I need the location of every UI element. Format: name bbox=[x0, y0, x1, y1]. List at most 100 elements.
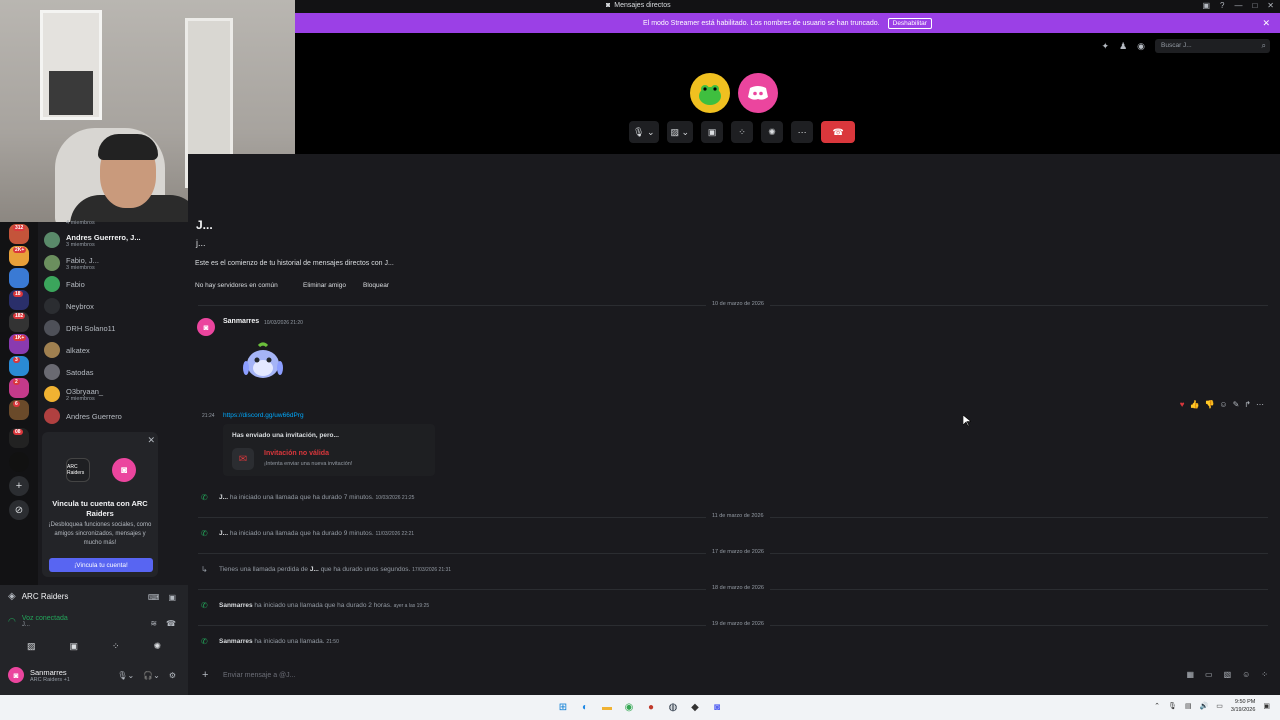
message-author[interactable]: Sanmarres bbox=[223, 318, 259, 325]
settings-gear-icon[interactable]: ⚙ bbox=[169, 671, 176, 680]
hang-up-button[interactable]: ☎ bbox=[821, 121, 856, 143]
discord-taskbar-icon[interactable]: ◙ bbox=[709, 699, 725, 715]
search-input[interactable]: Buscar J... ⌕ bbox=[1155, 39, 1270, 53]
add-reaction-icon[interactable]: ☺ bbox=[1219, 400, 1227, 409]
camera-off-icon[interactable]: ▨ bbox=[27, 641, 36, 652]
more-button[interactable]: ⋯ bbox=[791, 121, 814, 143]
unread-badge: 6 bbox=[13, 401, 20, 407]
discover-icon[interactable]: ⊘ bbox=[9, 500, 29, 520]
microphone-icon[interactable]: 🎙⌄ bbox=[117, 671, 134, 680]
game-activity[interactable]: ◈ ARC Raiders bbox=[8, 591, 68, 602]
mute-button[interactable]: 🎙 ⌄ bbox=[629, 121, 659, 143]
avatar[interactable]: ◙ bbox=[197, 318, 215, 336]
server-icon[interactable] bbox=[9, 268, 29, 288]
date-divider: 18 de marzo de 2026 bbox=[198, 585, 1268, 591]
disable-streamer-button[interactable]: Deshabilitar bbox=[887, 17, 932, 29]
link-account-button[interactable]: ¡Vincula tu cuenta! bbox=[49, 558, 153, 572]
date-divider: 11 de marzo de 2026 bbox=[198, 513, 1268, 519]
dm-item[interactable]: DRH Solano11 bbox=[44, 318, 184, 338]
dm-item[interactable]: Fabio bbox=[44, 274, 184, 294]
dm-item[interactable]: alkatex bbox=[44, 340, 184, 360]
reaction-heart-icon[interactable]: ♥ bbox=[1180, 400, 1185, 409]
dm-item[interactable]: Fabio, J... 3 miembros bbox=[44, 253, 184, 273]
share-screen-button[interactable]: ▣ bbox=[701, 121, 724, 143]
screen-share-icon[interactable]: ▣ bbox=[69, 641, 78, 652]
soundboard-button[interactable]: ✺ bbox=[761, 121, 784, 143]
pin-icon[interactable]: ✦ bbox=[1102, 41, 1110, 52]
dm-item[interactable]: Satodas bbox=[44, 362, 184, 382]
soundboard-icon[interactable]: ✺ bbox=[153, 641, 161, 652]
forward-icon[interactable]: ↱ bbox=[1244, 400, 1251, 409]
inbox-icon[interactable]: ▣ bbox=[1202, 1, 1210, 10]
sticker-icon[interactable]: ▧ bbox=[1224, 670, 1232, 679]
close-icon[interactable]: ✕ bbox=[1262, 18, 1270, 29]
invite-link[interactable]: https://discord.gg/uw66dPrg bbox=[223, 412, 304, 419]
chevron-up-icon[interactable]: ⌃ bbox=[1154, 702, 1160, 710]
notifications-icon[interactable]: ▣ bbox=[1263, 702, 1270, 710]
app-icon[interactable]: ● bbox=[643, 699, 659, 715]
apps-icon[interactable]: ⁘ bbox=[1261, 670, 1268, 679]
gif-icon[interactable]: ▭ bbox=[1205, 670, 1213, 679]
message-time: 21:24 bbox=[202, 413, 215, 419]
minimize-button[interactable]: — bbox=[1234, 1, 1242, 10]
user-controls: 🎙⌄ 🎧⌄ ⚙ bbox=[117, 671, 176, 680]
unread-badge: 08 bbox=[13, 429, 23, 435]
avatar bbox=[44, 232, 60, 248]
thumbs-up-icon[interactable]: 👍 bbox=[1189, 400, 1199, 409]
file-explorer-icon[interactable]: ▬ bbox=[599, 699, 615, 715]
add-member-icon[interactable]: ♟ bbox=[1119, 41, 1127, 52]
dm-sub-label: 4 miembros bbox=[66, 220, 95, 226]
emoji-icon[interactable]: ☺ bbox=[1242, 670, 1250, 679]
avatar bbox=[44, 408, 60, 424]
help-icon[interactable]: ? bbox=[1220, 1, 1224, 10]
disconnect-icon[interactable]: ☎ bbox=[166, 619, 176, 628]
maximize-button[interactable]: □ bbox=[1252, 1, 1257, 10]
microphone-icon[interactable]: 🎙 bbox=[1168, 702, 1177, 710]
gamepad-icon[interactable]: ⌨ bbox=[148, 593, 160, 602]
block-button[interactable]: Bloquear bbox=[363, 282, 389, 289]
steam-icon[interactable]: ◍ bbox=[665, 699, 681, 715]
dm-item[interactable]: Andres Guerrero, J... 3 miembros bbox=[44, 230, 184, 250]
app-icon[interactable]: ◆ bbox=[687, 699, 703, 715]
invite-hint: ¡Intenta enviar una nueva invitación! bbox=[264, 461, 353, 467]
profile-icon[interactable]: ◉ bbox=[1137, 41, 1145, 52]
volume-icon[interactable]: 🔊 bbox=[1200, 702, 1209, 710]
server-icon[interactable] bbox=[9, 452, 29, 472]
close-window-button[interactable]: ✕ bbox=[1267, 1, 1274, 10]
mouse-cursor-icon bbox=[963, 415, 971, 427]
activities-button[interactable]: ⁘ bbox=[731, 121, 754, 143]
edge-icon[interactable]: ◐ bbox=[577, 699, 593, 715]
activities-icon[interactable]: ⁘ bbox=[112, 641, 120, 652]
close-icon[interactable]: ✕ bbox=[147, 435, 155, 446]
edit-icon[interactable]: ✎ bbox=[1233, 400, 1240, 409]
thumbs-down-icon[interactable]: 👎 bbox=[1204, 400, 1214, 409]
dm-item[interactable]: Neybrox bbox=[44, 296, 184, 316]
chevron-down-icon[interactable]: ⌄ bbox=[647, 127, 655, 138]
battery-icon[interactable]: ▭ bbox=[1216, 702, 1223, 710]
network-icon[interactable]: ▤ bbox=[1185, 702, 1192, 710]
noise-suppression-icon[interactable]: ≋ bbox=[150, 619, 157, 628]
link-account-card: ✕ ARC Raiders ◙ Vincula tu cuenta con AR… bbox=[42, 432, 158, 577]
gift-icon[interactable]: ▦ bbox=[1186, 670, 1194, 679]
add-server-icon[interactable]: + bbox=[9, 476, 29, 496]
chrome-icon[interactable]: ◉ bbox=[621, 699, 637, 715]
attach-plus-icon[interactable]: + bbox=[202, 669, 208, 681]
wumpus-sticker bbox=[233, 340, 293, 384]
current-user[interactable]: ◙ Sanmarres ARC Raiders +1 bbox=[8, 667, 70, 683]
chevron-down-icon[interactable]: ⌄ bbox=[682, 127, 690, 138]
dm-item[interactable]: O3bryaan_ 2 miembros bbox=[44, 384, 184, 404]
headphones-icon[interactable]: 🎧⌄ bbox=[143, 671, 160, 680]
participant-avatar[interactable] bbox=[690, 73, 730, 113]
self-avatar[interactable] bbox=[738, 73, 778, 113]
screen-icon[interactable]: ▣ bbox=[168, 593, 176, 602]
remove-friend-button[interactable]: Eliminar amigo bbox=[303, 282, 346, 289]
clock[interactable]: 9:50 PM 3/19/2026 bbox=[1231, 698, 1255, 714]
camera-button[interactable]: ▨ ⌄ bbox=[666, 121, 694, 143]
voice-status[interactable]: ◠ Voz conectada J... bbox=[8, 615, 68, 628]
arc-raiders-logo: ARC Raiders bbox=[66, 458, 90, 482]
dm-item[interactable]: Andres Guerrero bbox=[44, 406, 184, 426]
more-icon[interactable]: ⋯ bbox=[1256, 400, 1264, 409]
windows-start-icon[interactable]: ⊞ bbox=[555, 699, 571, 715]
message-input[interactable]: Enviar mensaje a @J... bbox=[223, 672, 295, 679]
message-composer[interactable]: + Enviar mensaje a @J... ▦ ▭ ▧ ☺ ⁘ bbox=[188, 664, 1280, 688]
